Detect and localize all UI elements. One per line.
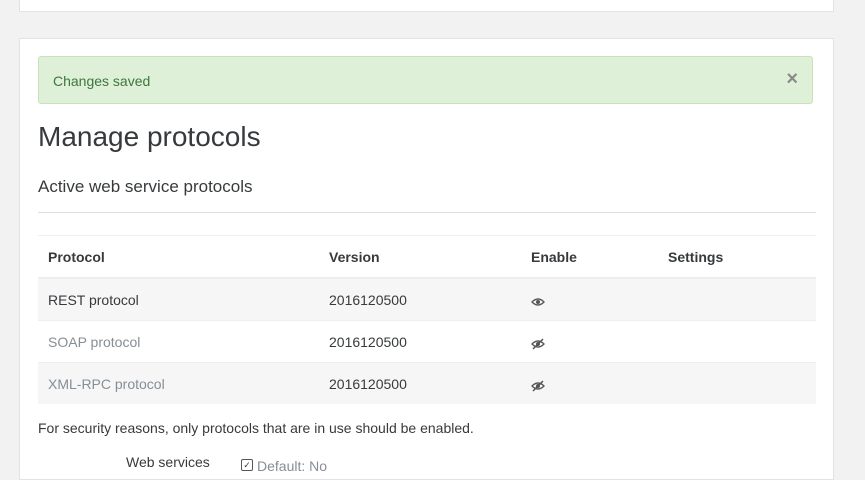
web-services-default: Default: No bbox=[257, 458, 328, 474]
table-row: SOAP protocol 2016120500 bbox=[38, 320, 816, 363]
previous-card bbox=[19, 0, 834, 12]
header-enable: Enable bbox=[521, 235, 658, 279]
eye-slash-icon[interactable] bbox=[531, 337, 545, 350]
protocol-name: REST protocol bbox=[38, 277, 319, 321]
header-settings: Settings bbox=[658, 235, 816, 279]
protocol-version: 2016120500 bbox=[319, 320, 521, 363]
manage-protocols-card: Changes saved × Manage protocols Active … bbox=[19, 38, 834, 480]
web-services-checkbox[interactable]: ✓ bbox=[241, 459, 253, 471]
protocol-settings bbox=[658, 362, 816, 404]
table-header-row: Protocol Version Enable Settings bbox=[38, 235, 816, 279]
table-row: REST protocol 2016120500 bbox=[38, 277, 816, 321]
page-title: Manage protocols bbox=[38, 121, 261, 152]
alert-message: Changes saved bbox=[53, 73, 151, 89]
web-services-label: Web services bbox=[126, 454, 210, 470]
header-protocol: Protocol bbox=[38, 235, 319, 279]
close-icon[interactable]: × bbox=[786, 69, 798, 89]
protocol-version: 2016120500 bbox=[319, 277, 521, 321]
eye-icon[interactable] bbox=[531, 295, 545, 307]
section-divider bbox=[38, 212, 816, 213]
protocol-name: XML-RPC protocol bbox=[38, 362, 319, 404]
protocol-settings bbox=[658, 320, 816, 363]
protocol-version: 2016120500 bbox=[319, 362, 521, 404]
protocol-name: SOAP protocol bbox=[38, 320, 319, 363]
header-version: Version bbox=[319, 235, 521, 279]
protocol-settings bbox=[658, 277, 816, 321]
eye-slash-icon[interactable] bbox=[531, 379, 545, 392]
success-alert: Changes saved × bbox=[38, 56, 813, 104]
protocols-table: Protocol Version Enable Settings REST pr… bbox=[38, 235, 816, 404]
security-note: For security reasons, only protocols tha… bbox=[38, 420, 474, 436]
section-title: Active web service protocols bbox=[38, 177, 253, 196]
table-row: XML-RPC protocol 2016120500 bbox=[38, 362, 816, 404]
